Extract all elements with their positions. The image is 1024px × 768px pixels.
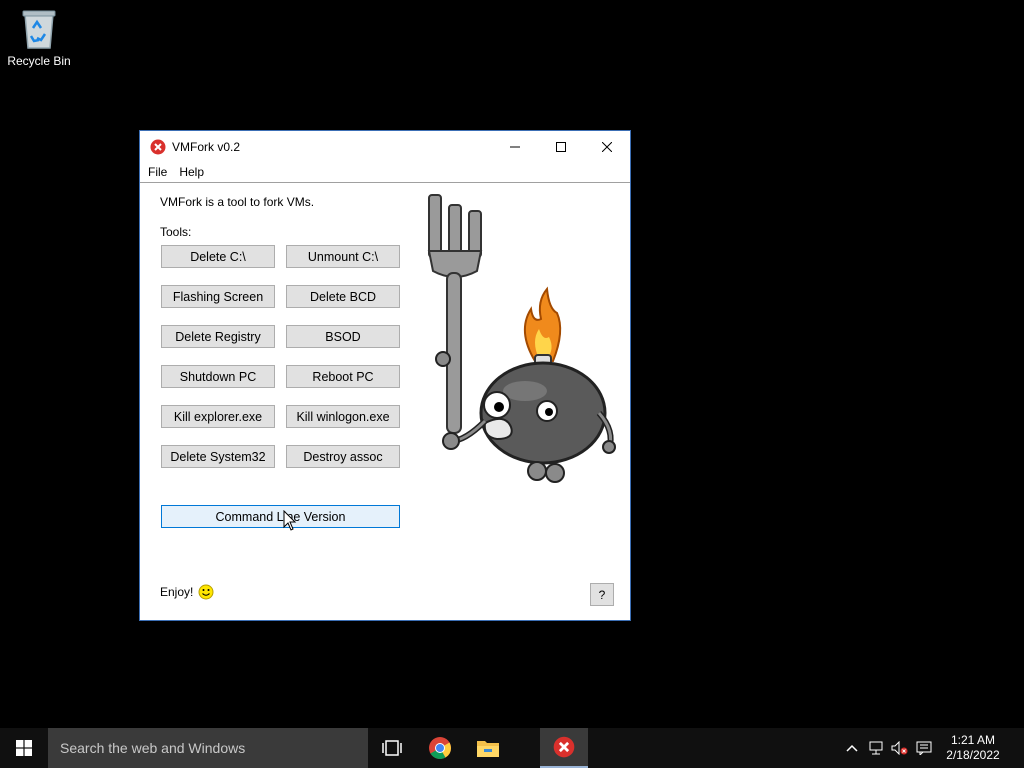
reboot-pc-button[interactable]: Reboot PC <box>286 365 400 388</box>
action-center-button[interactable] <box>912 728 936 768</box>
kill-winlogon-button[interactable]: Kill winlogon.exe <box>286 405 400 428</box>
client-area: VMFork is a tool to fork VMs. Tools: Del… <box>140 182 630 620</box>
recycle-bin-desktop-icon[interactable]: Recycle Bin <box>4 6 74 68</box>
unmount-c-button[interactable]: Unmount C:\ <box>286 245 400 268</box>
menu-file[interactable]: File <box>142 165 173 179</box>
windows-logo-icon <box>16 740 32 756</box>
command-line-version-button[interactable]: Command Line Version <box>161 505 400 528</box>
file-explorer-taskbar-button[interactable] <box>464 728 512 768</box>
chevron-up-icon <box>846 744 858 752</box>
taskbar-search-box[interactable]: Search the web and Windows <box>48 728 368 768</box>
taskbar-clock[interactable]: 1:21 AM 2/18/2022 <box>936 733 1010 763</box>
enjoy-text: Enjoy! <box>160 585 194 599</box>
volume-muted-icon <box>891 741 908 755</box>
bomb-fork-mascot-image <box>427 194 616 483</box>
delete-system32-button[interactable]: Delete System32 <box>161 445 275 468</box>
enjoy-label: Enjoy! <box>160 584 214 600</box>
vmfork-taskbar-button[interactable] <box>540 728 588 768</box>
system-tray: 1:21 AM 2/18/2022 <box>840 728 1024 768</box>
start-button[interactable] <box>0 728 48 768</box>
menu-bar: File Help <box>140 162 630 182</box>
destroy-assoc-button[interactable]: Destroy assoc <box>286 445 400 468</box>
smiley-icon <box>198 584 214 600</box>
close-icon <box>602 141 612 152</box>
chrome-icon <box>429 737 451 759</box>
task-view-button[interactable] <box>368 728 416 768</box>
clock-date: 2/18/2022 <box>946 748 1000 762</box>
folder-icon <box>477 741 499 757</box>
show-hidden-icons-button[interactable] <box>840 728 864 768</box>
window-title: VMFork v0.2 <box>172 139 241 154</box>
chrome-taskbar-button[interactable] <box>416 728 464 768</box>
error-app-icon <box>553 736 575 758</box>
mouse-pointer-icon <box>283 510 297 531</box>
notification-icon <box>916 741 932 755</box>
volume-tray-button[interactable] <box>888 728 912 768</box>
delete-bcd-button[interactable]: Delete BCD <box>286 285 400 308</box>
menu-help[interactable]: Help <box>173 165 210 179</box>
delete-c-button[interactable]: Delete C:\ <box>161 245 275 268</box>
vmfork-window: VMFork v0.2 File Help VMFork is a tool t… <box>139 130 631 621</box>
recycle-bin-label: Recycle Bin <box>7 54 71 68</box>
clock-time: 1:21 AM <box>950 733 996 747</box>
kill-explorer-button[interactable]: Kill explorer.exe <box>161 405 275 428</box>
network-tray-button[interactable] <box>864 728 888 768</box>
maximize-icon <box>556 141 566 152</box>
intro-text: VMFork is a tool to fork VMs. <box>160 195 315 209</box>
delete-registry-button[interactable]: Delete Registry <box>161 325 275 348</box>
task-view-icon <box>382 740 402 756</box>
tools-label: Tools: <box>160 225 192 239</box>
close-button[interactable] <box>584 131 630 162</box>
minimize-button[interactable] <box>492 131 538 162</box>
title-bar[interactable]: VMFork v0.2 <box>140 131 630 162</box>
taskbar: Search the web and Windows 1:21 AM 2/18/… <box>0 728 1024 768</box>
minimize-icon <box>510 146 520 147</box>
show-desktop-button[interactable] <box>1010 728 1024 768</box>
maximize-button[interactable] <box>538 131 584 162</box>
bsod-button[interactable]: BSOD <box>286 325 400 348</box>
recycle-bin-icon <box>22 10 56 49</box>
shutdown-pc-button[interactable]: Shutdown PC <box>161 365 275 388</box>
network-icon <box>869 741 883 755</box>
flashing-screen-button[interactable]: Flashing Screen <box>161 285 275 308</box>
error-app-icon <box>150 139 166 154</box>
help-button[interactable]: ? <box>590 583 614 606</box>
